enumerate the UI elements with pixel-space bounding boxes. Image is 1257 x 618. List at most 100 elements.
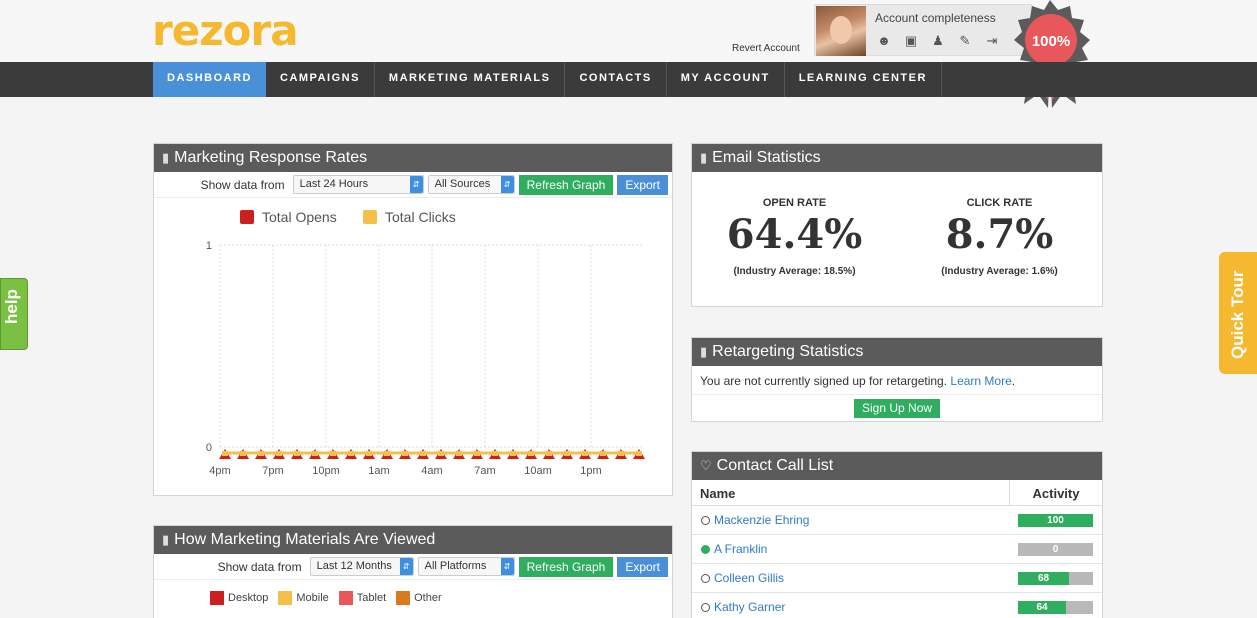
learn-more-link[interactable]: Learn More [950,374,1011,388]
legend-total-opens[interactable]: Total Opens [240,209,337,225]
x-tick-label: 1am [368,465,389,477]
legend-label: Total Clicks [385,209,456,225]
activity-value: 64 [1036,601,1048,613]
nav-my-account[interactable]: MY ACCOUNT [667,62,785,97]
call-list-header: ♡ Contact Call List [692,452,1102,480]
platform-value: All Platforms [424,560,487,572]
time-range-select[interactable]: Last 24 Hours ⇵ [292,175,424,194]
status-dot [701,544,710,554]
materials-viewed-panel: ▮ How Marketing Materials Are Viewed Sho… [153,525,673,618]
legend-total-clicks[interactable]: Total Clicks [363,209,456,225]
people-icon[interactable]: ♟ [929,33,947,49]
column-name[interactable]: Name [692,480,1010,505]
materials-controls: Show data from Last 12 Months ⇵ All Plat… [154,554,672,580]
account-completeness-label: Account completeness [875,11,996,25]
email-stats-header: ▮ Email Statistics [692,144,1102,172]
legend-label: Desktop [228,592,269,604]
legend-desktop[interactable]: Desktop [210,591,268,605]
click-rate-value: 8.7% [945,211,1054,258]
bar-chart-icon: ▮ [700,344,708,359]
export-button[interactable]: Export [617,556,668,577]
legend-mobile[interactable]: Mobile [278,591,329,605]
sign-up-now-button[interactable]: Sign Up Now [854,399,941,418]
contact-name-link[interactable]: Colleen Gillis [714,571,1014,585]
contact-name-link[interactable]: Kathy Garner [714,600,1014,614]
x-tick-label: 7pm [262,465,283,477]
user-icon[interactable]: ☻ [875,33,893,49]
pencil-icon[interactable]: ✎ [956,33,974,49]
status-dot [701,515,710,525]
response-rates-controls: Show data from Last 24 Hours ⇵ All Sourc… [154,172,672,198]
click-rate-stat: CLICK RATE 8.7% (Industry Average: 1.6%) [917,197,1082,277]
contact-name-link[interactable]: A Franklin [714,542,1014,556]
nav-learning-center[interactable]: LEARNING CENTER [785,62,942,97]
legend-swatch [210,591,224,605]
time-range-select[interactable]: Last 12 Months ⇵ [309,557,414,576]
table-row[interactable]: A Franklin 0 [692,535,1102,564]
activity-value: 0 [1052,543,1059,555]
source-select[interactable]: All Sources ⇵ [427,175,515,194]
activity-value: 68 [1037,572,1050,584]
id-card-icon[interactable]: ▣ [902,33,920,49]
status-dot [701,602,710,612]
materials-viewed-header: ▮ How Marketing Materials Are Viewed [154,526,672,554]
bar-chart-icon: ▮ [162,532,170,547]
main-nav: DASHBOARD CAMPAIGNS MARKETING MATERIALS … [0,62,1257,97]
nav-campaigns[interactable]: CAMPAIGNS [266,62,375,97]
materials-viewed-title: How Marketing Materials Are Viewed [174,531,436,548]
column-activity[interactable]: Activity [1010,480,1102,505]
open-rate-average: (Industry Average: 18.5%) [733,266,856,277]
bar-chart-icon: ▮ [162,150,170,165]
click-rate-average: (Industry Average: 1.6%) [941,266,1058,277]
import-icon[interactable]: ⇥ [983,33,1001,49]
activity-bar: 68 [1018,571,1093,585]
table-row[interactable]: Mackenzie Ehring 100 [692,506,1102,535]
export-button[interactable]: Export [617,174,668,195]
legend-label: Mobile [296,592,329,604]
legend-swatch [363,210,377,224]
legend-other[interactable]: Other [396,591,442,605]
refresh-graph-button[interactable]: Refresh Graph [518,556,614,577]
status-dot [701,573,710,583]
show-data-label: Show data from [200,177,285,192]
bar-chart-icon: ▮ [700,150,708,165]
materials-legend: Desktop Mobile Tablet Other [210,591,442,605]
table-row[interactable]: Colleen Gillis 68 [692,564,1102,593]
nav-contacts[interactable]: CONTACTS [565,62,667,97]
quick-tour-tab[interactable]: Quick Tour [1219,252,1257,374]
activity-bar: 0 [1018,542,1093,556]
x-tick-label: 4am [421,465,442,477]
activity-value: 100 [1047,514,1064,526]
email-stats-panel: ▮ Email Statistics OPEN RATE 64.4% (Indu… [691,143,1103,307]
open-rate-stat: OPEN RATE 64.4% (Industry Average: 18.5%… [712,197,877,277]
retargeting-title: Retargeting Statistics [712,343,864,360]
rezora-logo[interactable]: rezora [152,6,299,55]
contact-name-link[interactable]: Mackenzie Ehring [714,513,1014,527]
legend-swatch [240,210,254,224]
nav-dashboard[interactable]: DASHBOARD [153,62,266,97]
chevron-updown-icon: ⇵ [399,558,413,575]
avatar[interactable] [816,6,866,56]
platform-select[interactable]: All Platforms ⇵ [417,557,515,576]
refresh-graph-button[interactable]: Refresh Graph [518,174,614,195]
revert-account-link[interactable]: Revert Account [732,43,800,54]
email-stats-title: Email Statistics [712,149,821,166]
nav-marketing-materials[interactable]: MARKETING MATERIALS [375,62,566,97]
source-value: All Sources [434,178,491,190]
heart-icon: ♡ [700,458,712,473]
chevron-updown-icon: ⇵ [500,558,514,575]
retargeting-period: . [1011,374,1016,388]
legend-tablet[interactable]: Tablet [338,591,387,605]
open-rate-label: OPEN RATE [762,197,827,209]
help-tab[interactable]: help [0,278,28,350]
legend-label: Total Opens [262,209,337,225]
legend-swatch [338,591,353,605]
legend-label: Other [414,592,442,604]
legend-swatch [278,591,293,605]
x-tick-label: 4pm [209,465,230,477]
x-tick-label: 7am [474,465,495,477]
x-tick-label: 10am [524,465,552,477]
legend-label: Tablet [356,592,387,604]
chevron-updown-icon: ⇵ [409,176,423,193]
table-row[interactable]: Kathy Garner 64 [692,593,1102,618]
